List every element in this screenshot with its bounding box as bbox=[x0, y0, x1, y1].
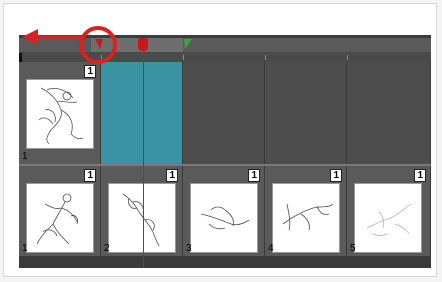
exposure-badge: 1 bbox=[84, 65, 96, 78]
drawing-sketch bbox=[282, 203, 334, 231]
drawing-sketch bbox=[38, 87, 84, 145]
frame-number: 5 bbox=[350, 243, 356, 254]
layer-row-1: 1 1 bbox=[19, 62, 431, 164]
drawing-sketch bbox=[122, 193, 160, 247]
drawing-thumbnail bbox=[108, 183, 176, 253]
timeline-panel: 1 1 1 1 1 2 1 3 1 4 1 5 bbox=[19, 35, 431, 268]
frame-cell-empty[interactable] bbox=[183, 62, 265, 164]
frame-cell[interactable]: 1 2 bbox=[101, 166, 183, 256]
drawing-thumbnail bbox=[190, 183, 258, 253]
frame-cell-empty[interactable] bbox=[265, 62, 347, 164]
ruler-tick bbox=[183, 55, 184, 60]
drawing-sketch bbox=[366, 203, 412, 236]
frame-cell-empty[interactable] bbox=[347, 62, 431, 164]
exposure-badge: 1 bbox=[166, 169, 178, 182]
drawing-thumbnail bbox=[354, 183, 422, 253]
left-arrow-icon bbox=[22, 29, 84, 45]
drawing-sketch bbox=[36, 193, 78, 245]
exposure-badge: 1 bbox=[84, 169, 96, 182]
frame-cell[interactable]: 1 4 bbox=[265, 166, 347, 256]
frame-number: 1 bbox=[22, 151, 28, 162]
frame-number: 3 bbox=[186, 243, 192, 254]
frame-cell[interactable]: 1 1 bbox=[19, 62, 101, 164]
frame-cell-selected[interactable] bbox=[101, 62, 183, 164]
frame-cell[interactable]: 1 5 bbox=[347, 166, 431, 256]
playhead-icon[interactable] bbox=[138, 38, 148, 51]
ruler-start-mark bbox=[19, 53, 22, 62]
playhead-line[interactable] bbox=[143, 45, 144, 268]
frame-number: 1 bbox=[22, 243, 28, 254]
frame-cell[interactable]: 1 1 bbox=[19, 166, 101, 256]
frame-number: 2 bbox=[104, 243, 110, 254]
drawing-thumbnail bbox=[272, 183, 340, 253]
ruler-tick bbox=[265, 55, 266, 60]
drawing-sketch bbox=[200, 206, 250, 230]
timeline-bottom-bar bbox=[19, 256, 431, 268]
layer-row-2: 1 1 1 2 1 3 1 4 1 5 bbox=[19, 166, 431, 256]
frame-cell[interactable]: 1 3 bbox=[183, 166, 265, 256]
drawing-thumbnail bbox=[26, 79, 94, 149]
exposure-badge: 1 bbox=[414, 169, 426, 182]
annotation-circle bbox=[79, 26, 117, 64]
green-triangle-icon[interactable] bbox=[183, 39, 192, 49]
ruler-tick bbox=[347, 55, 348, 60]
frame-number: 4 bbox=[268, 243, 274, 254]
exposure-badge: 1 bbox=[330, 169, 342, 182]
exposure-badge: 1 bbox=[248, 169, 260, 182]
drawing-thumbnail bbox=[26, 183, 94, 253]
